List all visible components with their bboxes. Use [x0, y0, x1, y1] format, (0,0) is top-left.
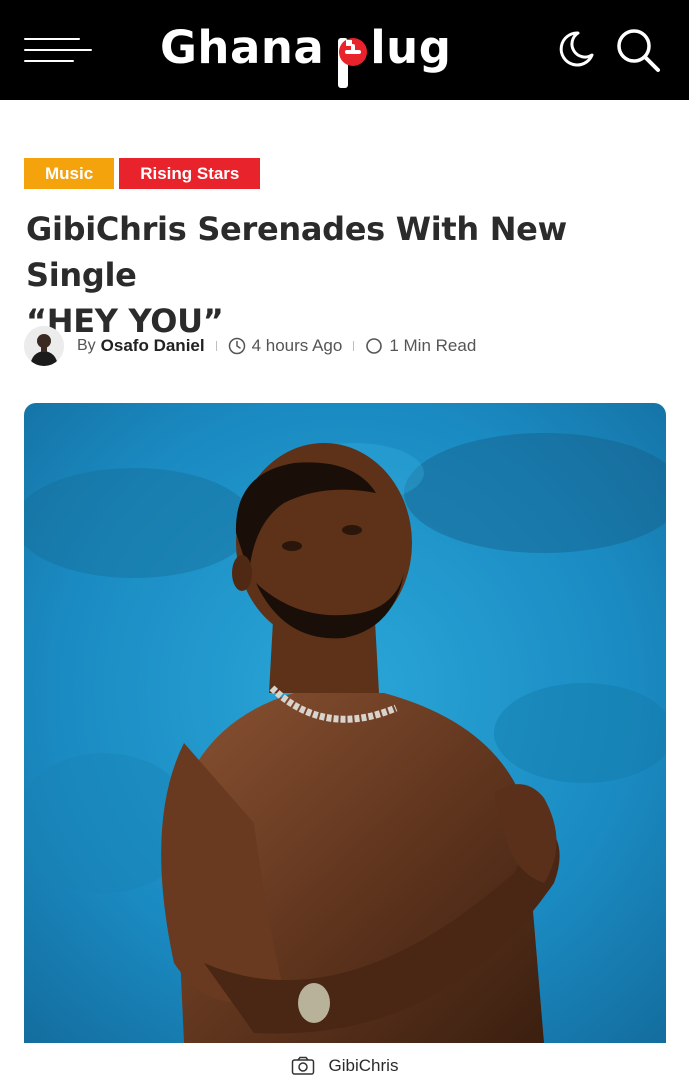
top-navigation-bar: Ghana lug	[0, 0, 689, 100]
read-time-icon	[366, 338, 383, 354]
moon-icon[interactable]	[556, 29, 596, 69]
by-label: By	[77, 337, 96, 354]
meta-divider	[215, 341, 217, 351]
category-tag-music[interactable]: Music	[24, 158, 115, 189]
menu-icon[interactable]	[24, 36, 94, 66]
image-caption-text: GibiChris	[328, 1056, 399, 1075]
plug-p-icon	[338, 38, 368, 88]
author-avatar[interactable]	[24, 326, 64, 366]
author-name-link[interactable]: Osafo Daniel	[101, 336, 205, 356]
logo-text-ghana: Ghana	[160, 21, 325, 74]
site-logo[interactable]: Ghana lug	[160, 18, 451, 88]
article-meta: By Osafo Daniel 4 hours Ago 1 Min Read	[24, 325, 664, 367]
camera-icon	[291, 1056, 314, 1075]
article-title: GibiChris Serenades With New Single “HEY…	[26, 206, 666, 344]
publish-time: 4 hours Ago	[251, 336, 343, 355]
category-tag-rising-stars[interactable]: Rising Stars	[119, 158, 261, 189]
article-title-line1: GibiChris Serenades With New Single	[26, 210, 567, 294]
featured-image[interactable]	[24, 403, 666, 1043]
clock-icon	[228, 337, 245, 355]
featured-photo-illustration	[24, 403, 666, 1043]
image-caption: GibiChris	[0, 1056, 689, 1076]
read-time: 1 Min Read	[389, 336, 477, 355]
search-icon[interactable]	[614, 26, 662, 74]
logo-text-lug: lug	[370, 21, 452, 74]
category-tags: Music Rising Stars	[24, 158, 261, 189]
meta-divider	[353, 341, 355, 351]
